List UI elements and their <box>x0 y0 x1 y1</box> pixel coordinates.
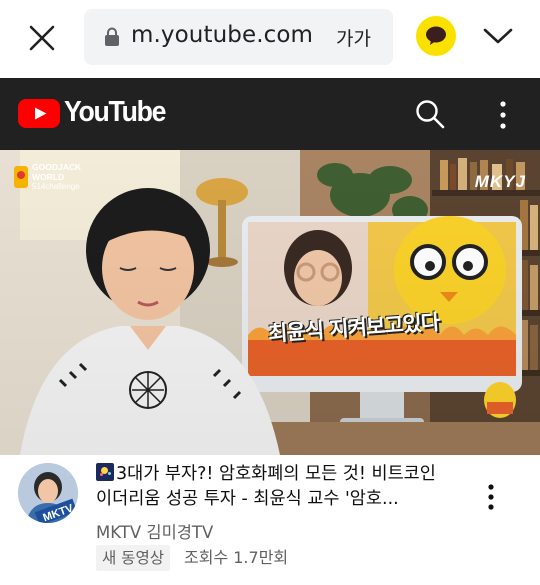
text-size-button[interactable]: 가가 <box>336 24 371 51</box>
channel-logo-overlay: GOODJACK WORLD 514challenge <box>14 162 104 196</box>
more-vert-icon[interactable] <box>484 483 498 511</box>
overlay-logo-line1: GOODJACK <box>32 162 82 172</box>
url-text: m.youtube.com <box>131 22 314 48</box>
search-icon[interactable] <box>414 98 446 130</box>
youtube-logo-icon[interactable] <box>18 99 60 128</box>
more-vert-icon[interactable] <box>493 100 513 130</box>
channel-avatar[interactable]: MKTV <box>18 463 78 523</box>
kakaotalk-share-button[interactable] <box>416 16 456 56</box>
channel-name[interactable]: MKTV 김미경TV <box>96 519 213 543</box>
youtube-header: YouTube <box>0 78 540 150</box>
address-bar[interactable]: m.youtube.com 가가 <box>84 9 393 65</box>
close-icon[interactable] <box>26 22 58 54</box>
overlay-logo-line3: 514challenge <box>32 182 80 191</box>
video-thumbnail[interactable]: GOODJACK WORLD 514challenge MKYJ 최윤식 지켜보… <box>0 150 540 455</box>
thumbnail-watermark: MKYJ <box>474 172 526 191</box>
video-info[interactable]: MKTV 3대가 부자?! 암호화폐의 모든 것! 비트코인 이더리움 성공 투… <box>0 455 540 585</box>
chevron-down-icon[interactable] <box>482 24 514 48</box>
video-title-text: 3대가 부자?! 암호화폐의 모든 것! 비트코인 이더리움 성공 투자 - 최… <box>96 464 436 509</box>
chat-bubble-icon <box>426 26 446 45</box>
video-title[interactable]: 3대가 부자?! 암호화폐의 모든 것! 비트코인 이더리움 성공 투자 - 최… <box>96 462 466 512</box>
new-video-badge: 새 동영상 <box>96 545 170 571</box>
browser-toolbar: m.youtube.com 가가 <box>0 0 540 78</box>
overlay-logo-line2: WORLD <box>32 172 65 182</box>
lock-icon <box>104 27 120 47</box>
view-count: 조회수 1.7만회 <box>184 548 289 567</box>
fireworks-emoji-icon <box>96 463 114 481</box>
youtube-wordmark[interactable]: YouTube <box>64 96 166 129</box>
